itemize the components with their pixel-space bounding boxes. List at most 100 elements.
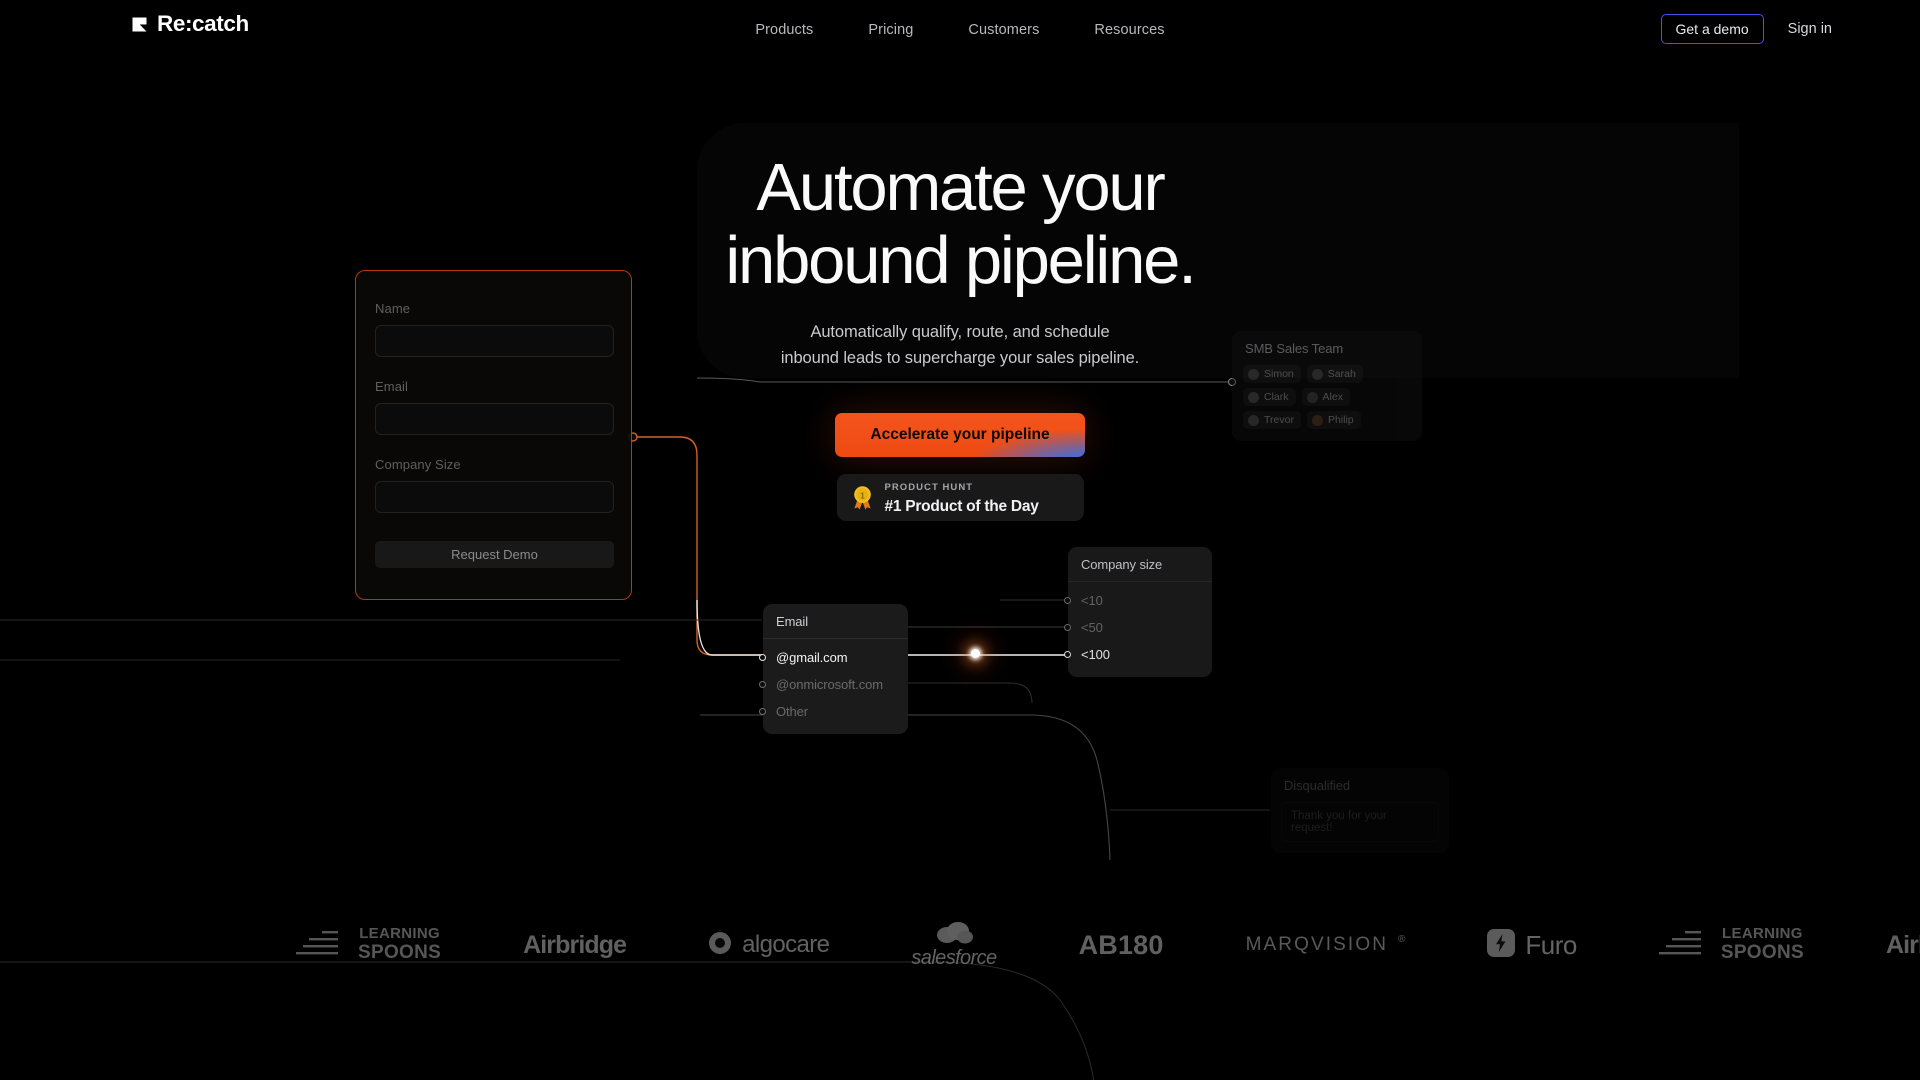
logo-airbridge-2: Airbridge xyxy=(1886,931,1920,960)
edge-to-smb-team xyxy=(696,377,1228,383)
smb-node-title: SMB Sales Team xyxy=(1245,341,1344,356)
option-label: @gmail.com xyxy=(776,650,848,665)
nav-item-resources[interactable]: Resources xyxy=(1094,22,1164,38)
logo-furo: Furo xyxy=(1487,928,1577,962)
edge-email-other xyxy=(908,682,1033,704)
avatar xyxy=(1306,391,1318,403)
nav-item-customers[interactable]: Customers xyxy=(968,22,1039,38)
company-node-title: Company size xyxy=(1081,557,1163,572)
sign-in-link[interactable]: Sign in xyxy=(1788,21,1832,37)
port-icon xyxy=(1064,651,1071,658)
disqualified-message: Thank you for your request! xyxy=(1281,802,1439,842)
accelerate-pipeline-button[interactable]: Accelerate your pipeline xyxy=(835,412,1085,457)
option-label: <50 xyxy=(1081,620,1103,635)
request-demo-form-card[interactable]: Name Email Company Size Request Demo xyxy=(355,270,632,600)
member-name: Philip xyxy=(1327,414,1354,426)
main-nav: Products Pricing Customers Resources xyxy=(0,0,1920,60)
airbridge-wordmark: Airbridge xyxy=(523,930,627,959)
member-chip-sarah[interactable]: Sarah xyxy=(1306,365,1363,383)
logo-salesforce: salesforce xyxy=(911,920,997,970)
member-name: Trevor xyxy=(1264,414,1294,426)
form-label-company-size: Company Size xyxy=(375,457,461,472)
site-header: Re:catch Products Pricing Customers Reso… xyxy=(0,0,1920,60)
logo-algocare: algocare xyxy=(708,931,830,960)
landing-page: Re:catch Products Pricing Customers Reso… xyxy=(0,0,1920,1080)
company-option-lt100[interactable]: <100 xyxy=(1064,641,1212,668)
marqvision-trademark: ® xyxy=(1398,934,1406,945)
logo-airbridge: Airbridge xyxy=(523,930,627,960)
avatar xyxy=(1311,414,1323,426)
port-icon xyxy=(1064,624,1071,631)
member-chip-trevor[interactable]: Trevor xyxy=(1243,411,1301,429)
hero-sub-line-2: inbound leads to supercharge your sales … xyxy=(780,349,1140,368)
member-chip-clark[interactable]: Clark xyxy=(1243,388,1296,406)
salesforce-cloud-icon xyxy=(933,920,975,946)
member-name: Simon xyxy=(1264,368,1294,380)
salesforce-wordmark: salesforce xyxy=(911,947,997,969)
learning-spoons-bars-icon xyxy=(296,927,348,962)
hero-subtitle: Automatically qualify, route, and schedu… xyxy=(781,319,1139,371)
product-hunt-title: #1 Product of the Day xyxy=(884,498,1039,516)
flow-node-email[interactable]: Email @gmail.com @onmicrosoft.com Other xyxy=(759,604,908,734)
option-label: @onmicrosoft.com xyxy=(776,677,883,692)
nav-item-products[interactable]: Products xyxy=(755,22,813,38)
hero-title-line-1: Automate your xyxy=(756,150,1165,225)
header-actions: Get a demo Sign in xyxy=(1660,14,1832,44)
get-a-demo-button[interactable]: Get a demo xyxy=(1660,14,1764,44)
disqualified-node-title: Disqualified xyxy=(1284,778,1351,793)
email-option-onmicrosoft[interactable]: @onmicrosoft.com xyxy=(759,671,908,698)
member-name: Clark xyxy=(1264,391,1289,403)
hero-title-line-2: inbound pipeline. xyxy=(725,222,1196,298)
edge-form-to-email-highlight xyxy=(696,599,762,656)
ls-line-1: LEARNING xyxy=(359,925,440,943)
flow-node-disqualified[interactable]: Disqualified Thank you for your request! xyxy=(1271,768,1449,853)
logo-marqvision: MARQVISION ® xyxy=(1246,934,1406,956)
airbridge-wordmark: Airbridge xyxy=(1885,930,1920,959)
email-input[interactable] xyxy=(375,403,614,435)
learning-spoons-bars-icon xyxy=(1658,927,1711,962)
edge-animation-dot xyxy=(971,649,980,658)
company-size-input[interactable] xyxy=(375,481,614,513)
port-icon xyxy=(759,654,766,661)
marqvision-wordmark: MARQVISION xyxy=(1245,934,1389,955)
company-option-lt10[interactable]: <10 xyxy=(1064,587,1212,614)
ab180-wordmark: AB180 xyxy=(1078,929,1164,960)
logo-learning-spoons-2: LEARNING SPOONS xyxy=(1658,927,1804,962)
request-demo-button[interactable]: Request Demo xyxy=(375,541,614,568)
furo-bolt-icon xyxy=(1487,928,1516,962)
port-icon xyxy=(759,708,766,715)
logo-ab180: AB180 xyxy=(1079,930,1164,961)
avatar xyxy=(1311,368,1323,380)
email-node-title: Email xyxy=(776,614,809,629)
hero-sub-line-1: Automatically qualify, route, and schedu… xyxy=(810,323,1110,342)
page-title: Automate your inbound pipeline. xyxy=(725,150,1196,298)
ls-line-2: SPOONS xyxy=(1720,942,1804,964)
option-label: <100 xyxy=(1081,647,1110,662)
email-option-other[interactable]: Other xyxy=(759,698,908,725)
member-chip-alex[interactable]: Alex xyxy=(1301,388,1350,406)
form-label-name: Name xyxy=(375,301,411,316)
email-option-gmail[interactable]: @gmail.com xyxy=(759,644,908,671)
gold-medal-icon: 1 xyxy=(851,485,874,510)
company-option-lt50[interactable]: <50 xyxy=(1064,614,1212,641)
customer-logo-marquee: LEARNING SPOONS Airbridge algocare sales… xyxy=(0,900,1920,990)
edge-other-to-disqualified xyxy=(700,714,1111,861)
flow-node-company-size[interactable]: Company size <10 <50 <100 xyxy=(1064,547,1212,677)
avatar xyxy=(1248,414,1259,426)
flow-node-smb-sales-team[interactable]: SMB Sales Team Simon Sarah Clark Alex Tr… xyxy=(1232,331,1422,441)
product-hunt-text: PRODUCT HUNT #1 Product of the Day xyxy=(885,477,1039,516)
learning-spoons-wordmark: LEARNING SPOONS xyxy=(1721,927,1804,962)
nav-item-pricing[interactable]: Pricing xyxy=(868,22,913,38)
option-label: Other xyxy=(776,704,809,719)
ls-line-1: LEARNING xyxy=(1722,925,1803,943)
product-hunt-badge[interactable]: 1 PRODUCT HUNT #1 Product of the Day xyxy=(836,473,1084,521)
smb-member-chips: Simon Sarah Clark Alex Trevor Philip xyxy=(1232,365,1422,441)
svg-text:1: 1 xyxy=(860,491,865,500)
name-input[interactable] xyxy=(375,325,614,357)
algocare-circle-icon xyxy=(708,931,732,960)
member-name: Sarah xyxy=(1327,368,1356,380)
member-chip-simon[interactable]: Simon xyxy=(1243,365,1301,383)
form-label-email: Email xyxy=(375,379,409,394)
product-hunt-kicker: PRODUCT HUNT xyxy=(884,482,974,494)
member-chip-philip[interactable]: Philip xyxy=(1306,411,1361,429)
